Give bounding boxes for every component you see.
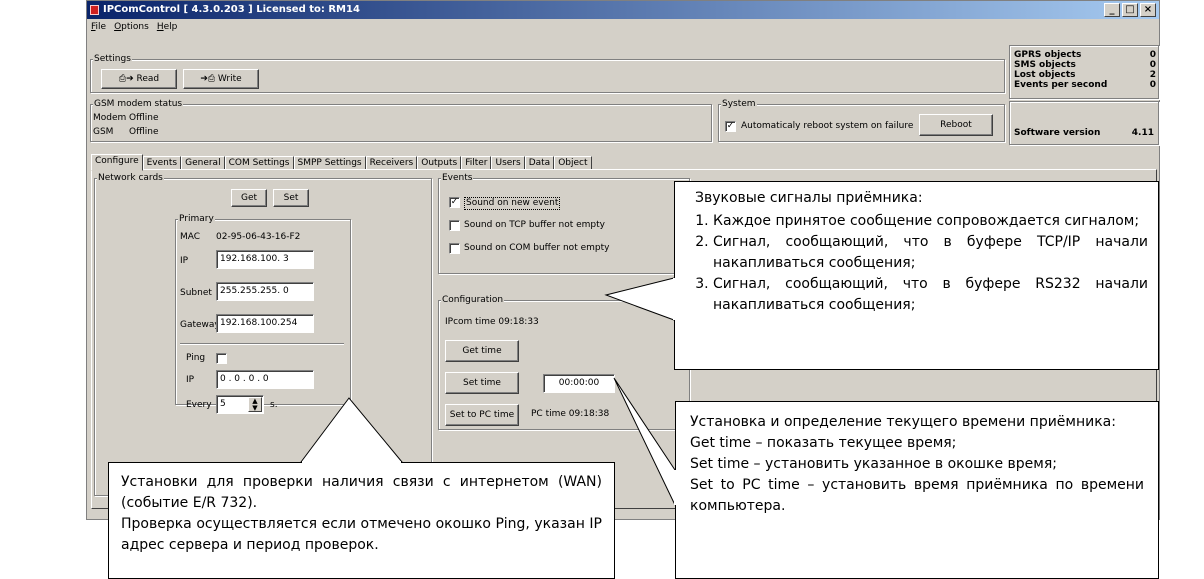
callout-pointers (300, 277, 676, 506)
callout-wan-pointer (300, 397, 404, 463)
callout-time-pointer (613, 377, 676, 506)
callout-sound-pointer (604, 277, 675, 321)
